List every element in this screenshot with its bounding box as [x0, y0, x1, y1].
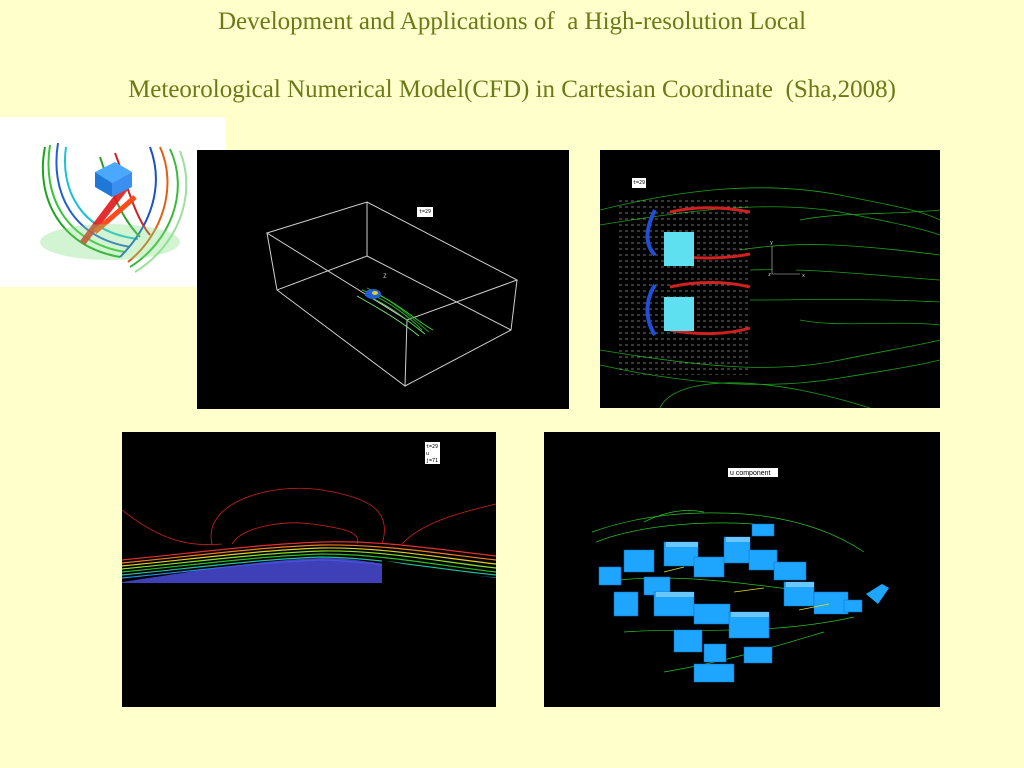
section-index-label: j=71: [426, 458, 438, 464]
axis-x-label: x: [802, 273, 805, 279]
slide-title-line-2: Meteorological Numerical Model(CFD) in C…: [128, 76, 896, 103]
axis-y-label: y: [770, 240, 773, 246]
slide-title-line-1: Development and Applications of a High-r…: [217, 8, 807, 35]
vertical-section-view: t=29 u j=71: [122, 432, 496, 707]
timestep-label: t=29: [633, 180, 645, 186]
domain-box-3d-view: t=29 Z: [197, 150, 569, 409]
timestep-label: t=29: [419, 209, 431, 215]
streamline-3d-image: [0, 117, 226, 287]
plan-view-vectors: t=29 y z x: [600, 150, 940, 408]
u-component-label: u component: [730, 470, 771, 477]
variable-label: u: [426, 451, 429, 457]
axis-z-label: z: [768, 272, 771, 278]
city-u-component-view: u component: [544, 432, 940, 707]
timestep-label: t=29: [426, 444, 438, 450]
svg-text:Z: Z: [383, 273, 387, 280]
